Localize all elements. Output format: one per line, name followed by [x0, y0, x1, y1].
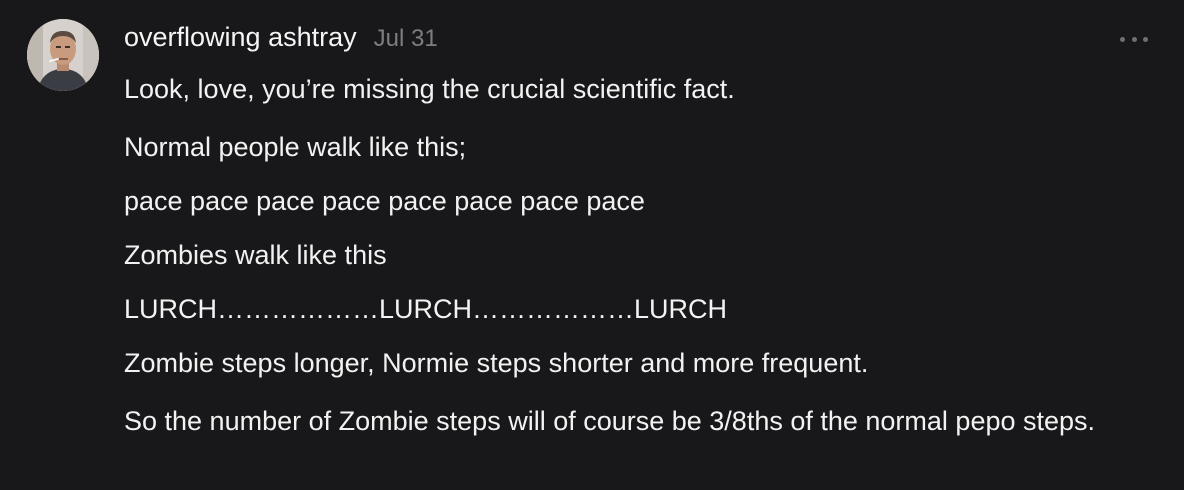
comment-paragraph: Look, love, you’re missing the crucial s…	[124, 74, 735, 104]
more-dot	[1120, 36, 1125, 42]
comment-paragraph: Zombies walk like this	[124, 240, 387, 270]
more-dot	[1143, 36, 1148, 42]
comment-paragraph: pace pace pace pace pace pace pace pace	[124, 186, 645, 216]
comment-paragraph: Normal people walk like this;	[124, 132, 467, 162]
more-dot	[1131, 36, 1137, 42]
avatar[interactable]	[27, 19, 99, 91]
comment-header: overflowing ashtray Jul 31	[124, 22, 438, 58]
comment-timestamp[interactable]: Jul 31	[374, 25, 438, 53]
comment-paragraph: LURCH………………LURCH………………LURCH	[124, 294, 728, 324]
comment-paragraph: So the number of Zombie steps will of co…	[124, 406, 1096, 436]
author-name[interactable]: overflowing ashtray	[124, 22, 357, 53]
comment-body: Look, love, you’re missing the crucial s…	[124, 70, 1168, 440]
avatar-photo-icon	[27, 19, 99, 91]
comment: overflowing ashtray Jul 31 Look, love, y…	[0, 0, 1184, 490]
more-options-icon[interactable]	[1120, 30, 1148, 48]
comment-paragraph: Zombie steps longer, Normie steps shorte…	[124, 348, 869, 378]
